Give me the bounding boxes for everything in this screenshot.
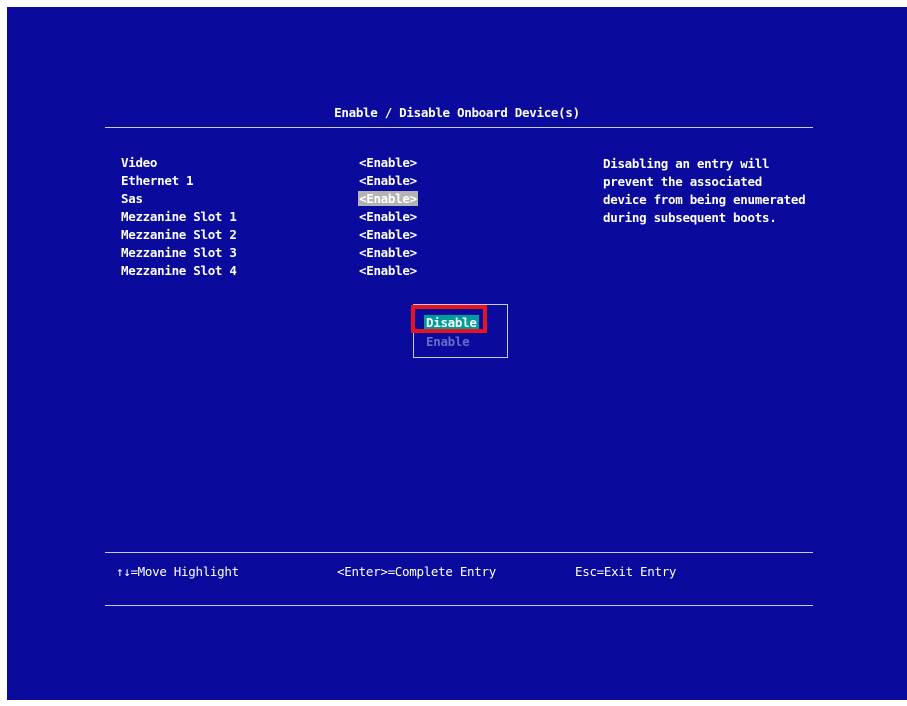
item-value-mezzanine-slot-2[interactable]: <Enable> xyxy=(358,227,418,242)
item-label-ethernet-1[interactable]: Ethernet 1 xyxy=(121,173,194,188)
help-line: device from being enumerated xyxy=(603,192,806,207)
footer-move-hint: ↑↓=Move Highlight xyxy=(116,564,239,579)
item-label-video[interactable]: Video xyxy=(121,155,157,170)
item-label-mezzanine-slot-3[interactable]: Mezzanine Slot 3 xyxy=(121,245,237,260)
item-label-sas[interactable]: Sas xyxy=(121,191,143,206)
item-label-mezzanine-slot-2[interactable]: Mezzanine Slot 2 xyxy=(121,227,237,242)
popup-option-enable[interactable]: Enable xyxy=(426,334,470,349)
header-divider xyxy=(105,127,813,128)
item-label-mezzanine-slot-4[interactable]: Mezzanine Slot 4 xyxy=(121,263,237,278)
help-line: prevent the associated xyxy=(603,174,762,189)
item-value-ethernet-1[interactable]: <Enable> xyxy=(358,173,418,188)
footer-divider-bottom xyxy=(105,605,813,606)
help-line: during subsequent boots. xyxy=(603,210,777,225)
footer-esc-hint: Esc=Exit Entry xyxy=(575,564,677,579)
item-value-video[interactable]: <Enable> xyxy=(358,155,418,170)
annotation-highlight-box xyxy=(411,305,487,333)
item-value-sas[interactable]: <Enable> xyxy=(358,191,418,206)
item-label-mezzanine-slot-1[interactable]: Mezzanine Slot 1 xyxy=(121,209,237,224)
bios-screen: Enable / Disable Onboard Device(s) Video… xyxy=(7,7,907,700)
footer-divider-top xyxy=(105,552,813,553)
help-line: Disabling an entry will xyxy=(603,156,770,171)
item-value-mezzanine-slot-3[interactable]: <Enable> xyxy=(358,245,418,260)
item-value-mezzanine-slot-1[interactable]: <Enable> xyxy=(358,209,418,224)
help-text: Disabling an entry will prevent the asso… xyxy=(603,155,806,227)
page-title: Enable / Disable Onboard Device(s) xyxy=(334,105,580,120)
footer-enter-hint: <Enter>=Complete Entry xyxy=(337,564,496,579)
item-value-mezzanine-slot-4[interactable]: <Enable> xyxy=(358,263,418,278)
